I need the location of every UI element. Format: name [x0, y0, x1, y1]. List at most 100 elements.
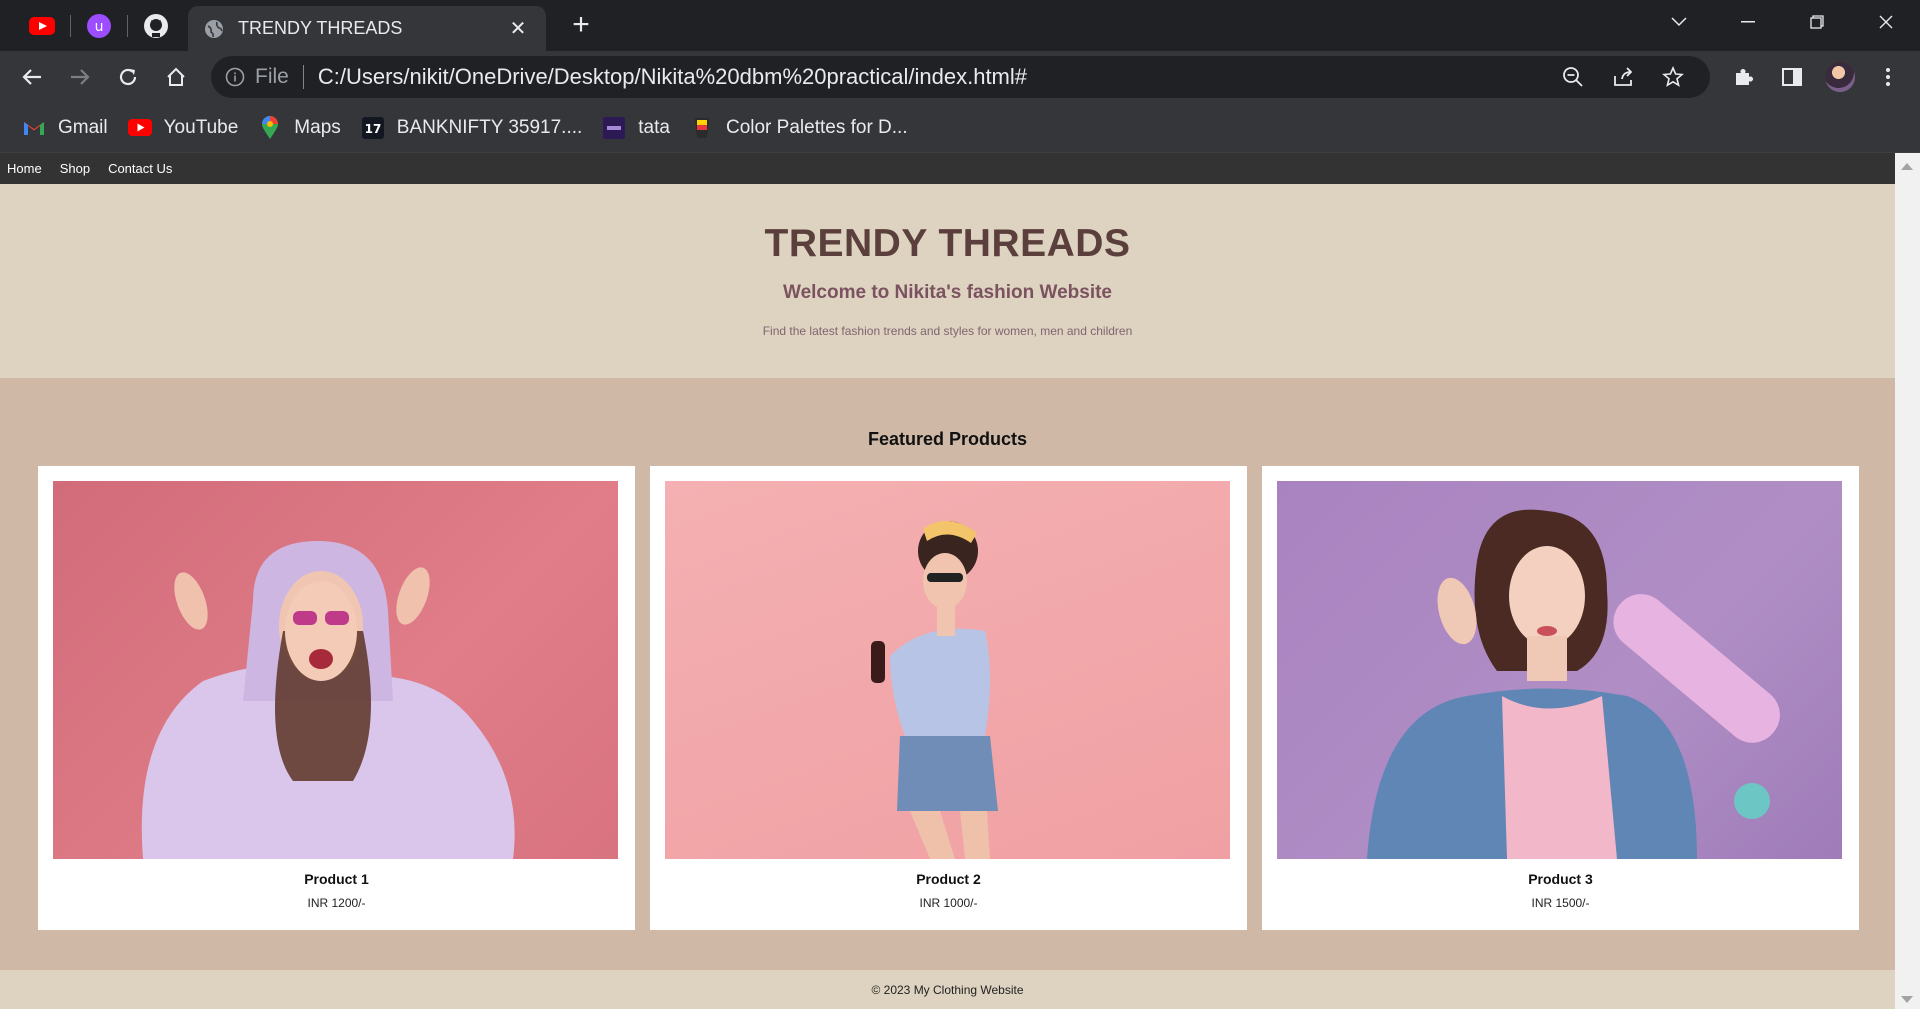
omnibox-separator	[302, 65, 304, 89]
model-hoodie-illustration	[141, 541, 515, 859]
bookmark-label: BANKNIFTY 35917....	[396, 116, 583, 138]
forward-arrow-icon	[71, 69, 90, 85]
info-icon	[225, 67, 245, 87]
site-subtitle: Welcome to Nikita's fashion Website	[782, 282, 1112, 303]
more-vert-icon	[1886, 68, 1890, 86]
github-icon	[144, 13, 168, 38]
tab-search-button[interactable]	[1644, 0, 1713, 44]
zoom-out-icon	[1563, 67, 1583, 87]
minimize-icon	[1740, 21, 1755, 23]
product-price: INR 1500/-	[1531, 896, 1590, 910]
bookmark-label: Maps	[294, 116, 341, 138]
globe-icon	[205, 19, 223, 38]
product-image[interactable]	[1277, 481, 1842, 859]
page-viewport: Home Shop Contact Us TRENDY THREADS Welc…	[0, 153, 1920, 1009]
close-icon	[1879, 15, 1892, 29]
svg-text:17: 17	[364, 122, 381, 136]
omnibox-actions	[1550, 57, 1696, 97]
pinned-separator	[70, 14, 71, 37]
site-nav: Home Shop Contact Us	[0, 153, 1895, 184]
back-button[interactable]	[8, 57, 56, 97]
pinned-tab-github[interactable]	[136, 0, 176, 51]
window-controls	[1644, 0, 1920, 44]
product-image[interactable]	[665, 481, 1230, 859]
pinned-tabs: u	[0, 0, 176, 51]
toolbar-right	[1720, 57, 1912, 97]
maps-icon	[262, 115, 279, 139]
product-card[interactable]: Product 3 INR 1500/-	[1262, 466, 1859, 930]
zoom-button[interactable]	[1550, 57, 1596, 97]
u-icon: u	[87, 13, 111, 38]
site-tagline: Find the latest fashion trends and style…	[762, 324, 1133, 338]
tradingview-icon: 17	[361, 116, 384, 139]
bookmarks-bar: Gmail YouTube Maps 17 BANKNIFTY 35917...…	[0, 103, 1920, 153]
product-price: INR 1200/-	[307, 896, 366, 910]
back-arrow-icon	[22, 69, 41, 85]
home-icon	[167, 67, 185, 86]
product-card[interactable]: Product 1 INR 1200/-	[38, 466, 635, 930]
new-tab-button[interactable]: +	[566, 10, 596, 40]
palette-icon	[694, 117, 709, 138]
product-image[interactable]	[53, 481, 618, 859]
close-tab-icon[interactable]: ✕	[506, 16, 530, 41]
url-scheme-label: File	[255, 65, 289, 88]
tab-title: TRENDY THREADS	[238, 18, 403, 38]
site-title: TRENDY THREADS	[764, 222, 1131, 265]
profile-avatar[interactable]	[1825, 62, 1855, 92]
minimize-button[interactable]	[1713, 0, 1782, 44]
browser-toolbar: File C:/Users/nikit/OneDrive/Desktop/Nik…	[0, 51, 1920, 103]
hero-section: TRENDY THREADS Welcome to Nikita's fashi…	[0, 184, 1895, 378]
youtube-icon	[127, 119, 152, 136]
bookmark-label: YouTube	[163, 116, 239, 138]
bookmark-star-button[interactable]	[1650, 57, 1696, 97]
address-bar[interactable]: File C:/Users/nikit/OneDrive/Desktop/Nik…	[211, 56, 1710, 98]
nav-home-link[interactable]: Home	[7, 161, 42, 176]
bookmark-label: Color Palettes for D...	[725, 116, 908, 138]
reload-icon	[119, 68, 137, 86]
tata-icon	[603, 116, 626, 139]
scroll-down-arrow-icon[interactable]	[1901, 996, 1913, 1003]
pinned-tab-extension[interactable]: u	[79, 0, 119, 51]
model-pinup-illustration	[871, 520, 998, 859]
share-button[interactable]	[1600, 57, 1646, 97]
active-tab[interactable]: TRENDY THREADS ✕	[188, 6, 546, 51]
product-name: Product 1	[304, 871, 369, 887]
restore-icon	[1809, 15, 1824, 29]
vertical-scrollbar[interactable]	[1895, 153, 1920, 1009]
tab-strip: u TRENDY THREADS ✕ +	[0, 0, 1920, 51]
side-panel-icon	[1782, 68, 1802, 86]
bookmark-color-palettes[interactable]: Color Palettes for D...	[686, 111, 920, 145]
featured-products-section: Featured Products Product 1 INR 1200/- P…	[0, 378, 1895, 970]
product-price: INR 1000/-	[919, 896, 978, 910]
chevron-down-icon	[1670, 17, 1687, 27]
model-skateboard-illustration	[1367, 509, 1780, 859]
product-card[interactable]: Product 2 INR 1000/-	[650, 466, 1247, 930]
web-page: Home Shop Contact Us TRENDY THREADS Welc…	[0, 153, 1895, 1009]
close-window-button[interactable]	[1851, 0, 1920, 44]
bookmark-youtube[interactable]: YouTube	[124, 111, 251, 145]
extensions-button[interactable]	[1720, 57, 1768, 97]
scroll-up-arrow-icon[interactable]	[1901, 163, 1913, 170]
reload-button[interactable]	[104, 57, 152, 97]
pinned-tab-youtube[interactable]	[22, 0, 62, 51]
nav-shop-link[interactable]: Shop	[60, 161, 90, 176]
footer-text: © 2023 My Clothing Website	[871, 983, 1024, 997]
side-panel-button[interactable]	[1768, 57, 1816, 97]
home-button[interactable]	[152, 57, 200, 97]
product-name: Product 3	[1528, 871, 1593, 887]
bookmark-gmail[interactable]: Gmail	[18, 111, 120, 145]
product-grid: Product 1 INR 1200/- Product 2 INR 1000/…	[38, 466, 1859, 930]
bookmark-label: tata	[638, 116, 670, 138]
featured-heading: Featured Products	[867, 429, 1028, 449]
site-footer: © 2023 My Clothing Website	[0, 970, 1895, 1009]
bookmark-label: Gmail	[58, 116, 108, 138]
bookmark-banknifty[interactable]: 17 BANKNIFTY 35917....	[357, 111, 595, 145]
bookmark-maps[interactable]: Maps	[254, 111, 352, 145]
nav-contact-link[interactable]: Contact Us	[108, 161, 172, 176]
menu-button[interactable]	[1864, 57, 1912, 97]
forward-button[interactable]	[56, 57, 104, 97]
bookmark-tata[interactable]: tata	[598, 111, 682, 145]
restore-button[interactable]	[1782, 0, 1851, 44]
url-text[interactable]: C:/Users/nikit/OneDrive/Desktop/Nikita%2…	[318, 64, 1550, 90]
puzzle-icon	[1736, 69, 1753, 85]
